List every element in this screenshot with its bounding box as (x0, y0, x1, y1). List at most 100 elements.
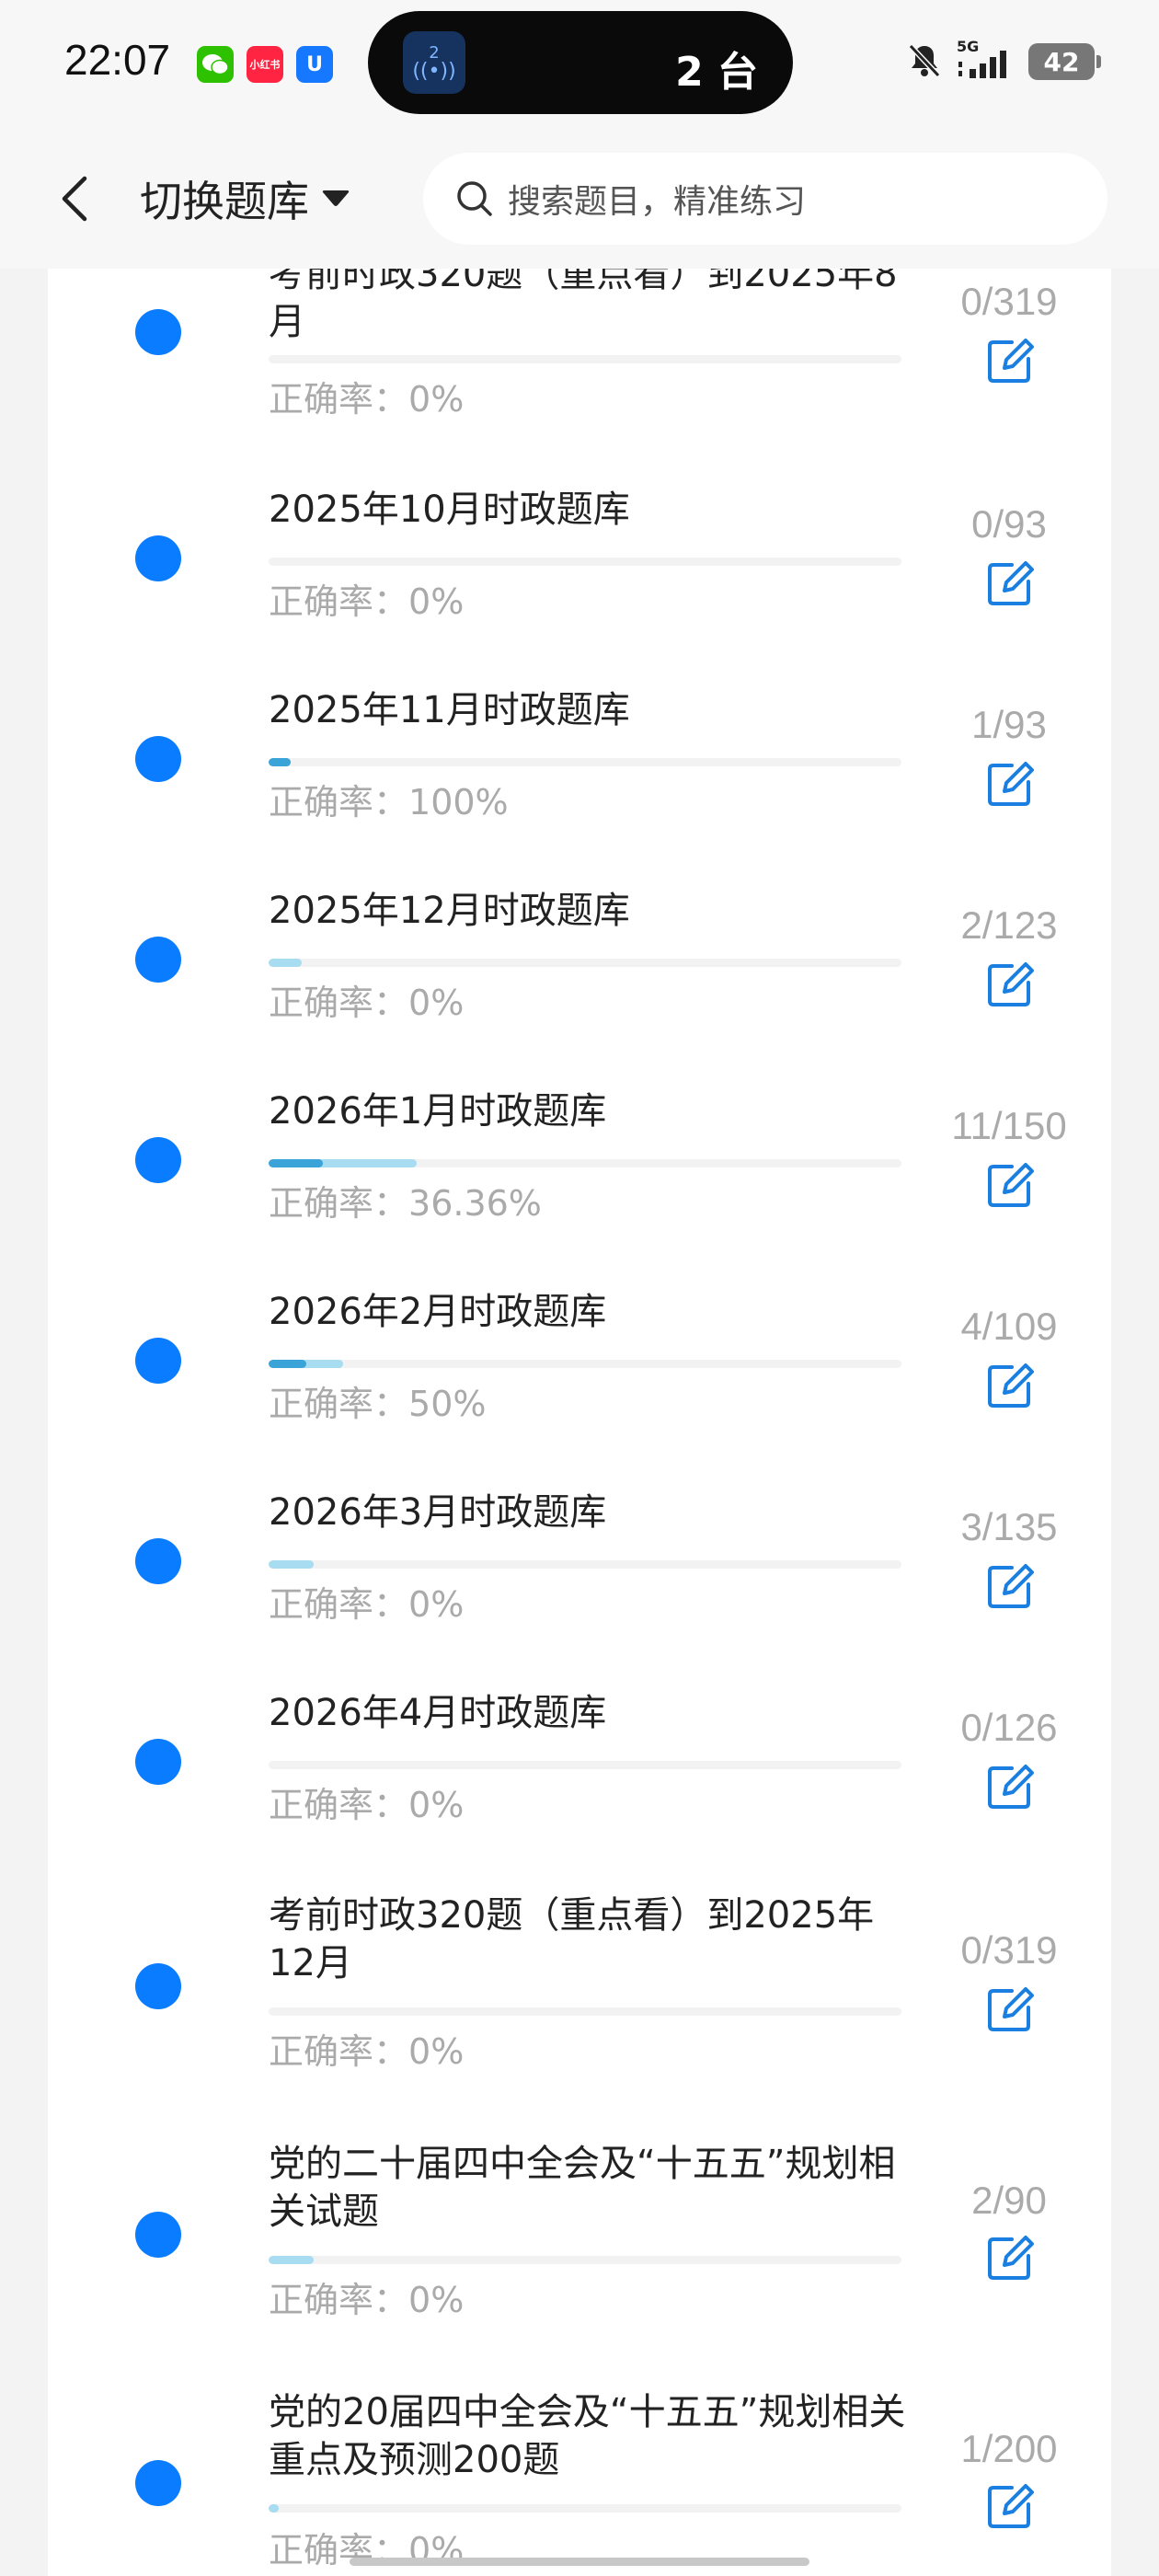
answered-count: 1/93 (971, 703, 1047, 746)
accuracy-label: 正确率： (269, 2031, 409, 2072)
edit-practice-button[interactable] (984, 758, 1036, 810)
system-icons: 5G 42 (905, 38, 1101, 85)
bank-title[interactable]: 2025年10月时政题库 (269, 486, 912, 534)
search-input[interactable]: 搜索题目，精准练习 (423, 153, 1107, 245)
status-dot (135, 535, 181, 581)
accuracy-value: 0% (408, 983, 465, 1023)
switch-bank-dropdown[interactable]: 切换题库 (140, 169, 351, 228)
answered-count: 3/135 (960, 1505, 1058, 1548)
bank-title[interactable]: 2026年4月时政题库 (269, 1689, 912, 1737)
accuracy-value: 100% (408, 782, 509, 822)
home-indicator[interactable] (350, 2558, 809, 2566)
progress-bar (269, 959, 901, 967)
caret-down-icon (322, 190, 350, 206)
edit-icon (988, 1987, 1034, 2031)
bank-title[interactable]: 考前时政320题（重点看）到2025年8月 (269, 269, 912, 346)
bank-title[interactable]: 2025年11月时政题库 (269, 686, 912, 734)
accuracy-value: 0% (408, 2280, 465, 2320)
accuracy-value: 0% (408, 1785, 465, 1825)
edit-icon (988, 1363, 1034, 1408)
edit-practice-button[interactable] (984, 1360, 1036, 1411)
back-button[interactable] (48, 162, 103, 236)
accuracy-label: 正确率： (269, 983, 409, 1023)
switch-bank-label: 切换题库 (140, 177, 309, 226)
accuracy-text: 正确率：36.36% (269, 1181, 542, 1225)
edit-icon (988, 1564, 1034, 1608)
header-bar: 切换题库 搜索题目，精准练习 (0, 129, 1159, 269)
accuracy-text: 正确率：0% (269, 981, 464, 1025)
status-bar: 22:07 小红书 U 2 ((•)) 2 台 5G 42 (0, 0, 1159, 129)
progress-correct (269, 1159, 323, 1167)
edit-practice-button[interactable] (984, 1159, 1036, 1211)
accuracy-value: 0% (408, 581, 465, 622)
bank-title[interactable]: 2026年3月时政题库 (269, 1489, 912, 1536)
bank-title[interactable]: 2026年2月时政题库 (269, 1288, 912, 1336)
edit-icon (988, 2484, 1034, 2528)
accuracy-text: 正确率：100% (269, 780, 509, 824)
accuracy-text: 正确率：0% (269, 2030, 464, 2074)
status-dot (135, 937, 181, 983)
accuracy-text: 正确率：0% (269, 2278, 464, 2322)
wechat-icon (197, 46, 234, 83)
progress-bar (269, 1761, 901, 1769)
edit-practice-button[interactable] (984, 959, 1036, 1010)
progress-bar (269, 1159, 901, 1167)
edit-icon (988, 561, 1034, 605)
accuracy-label: 正确率： (269, 1183, 409, 1224)
accuracy-text: 正确率：0% (269, 1783, 464, 1827)
edit-practice-button[interactable] (984, 1761, 1036, 1812)
accuracy-label: 正确率： (269, 379, 409, 420)
progress-correct (269, 758, 291, 766)
accuracy-label: 正确率： (269, 1584, 409, 1625)
edit-practice-button[interactable] (984, 335, 1036, 386)
accuracy-value: 36.36% (408, 1183, 542, 1224)
edit-practice-button[interactable] (984, 2232, 1036, 2283)
answered-count: 0/93 (971, 502, 1047, 546)
bank-title[interactable]: 2026年1月时政题库 (269, 1087, 912, 1135)
progress-bar (269, 758, 901, 766)
edit-practice-button[interactable] (984, 1560, 1036, 1612)
status-dot (135, 1739, 181, 1785)
bank-title[interactable]: 考前时政320题（重点看）到2025年12月 (269, 1892, 912, 1987)
accuracy-text: 正确率：0% (269, 1582, 464, 1627)
status-dot (135, 736, 181, 782)
accuracy-text: 正确率：50% (269, 1382, 486, 1426)
bank-title[interactable]: 2025年12月时政题库 (269, 887, 912, 935)
edit-practice-button[interactable] (984, 1984, 1036, 2035)
progress-bar (269, 2256, 901, 2264)
search-placeholder: 搜索题目，精准练习 (508, 183, 807, 221)
answered-count: 0/319 (960, 280, 1058, 323)
bank-title[interactable]: 党的20届四中全会及“十五五”规划相关重点及预测200题 (269, 2388, 912, 2484)
progress-done (269, 1560, 314, 1569)
status-dot (135, 2212, 181, 2258)
status-dot (135, 1338, 181, 1384)
edit-practice-button[interactable] (984, 2480, 1036, 2532)
answered-count: 1/200 (960, 2427, 1058, 2470)
answered-count: 0/126 (960, 1706, 1058, 1749)
accuracy-text: 正确率：0% (269, 377, 464, 421)
edit-practice-button[interactable] (984, 558, 1036, 609)
answered-count: 2/90 (971, 2179, 1047, 2222)
status-dot (135, 309, 181, 355)
accuracy-value: 0% (408, 2031, 465, 2072)
status-dot (135, 1137, 181, 1183)
status-dot (135, 2460, 181, 2506)
edit-icon (988, 339, 1034, 383)
bank-title[interactable]: 党的二十届四中全会及“十五五”规划相关试题 (269, 2140, 912, 2236)
accuracy-text: 正确率：0% (269, 580, 464, 624)
island-text: 2 台 (675, 49, 758, 96)
edit-icon (988, 1163, 1034, 1207)
progress-bar (269, 1560, 901, 1569)
status-time: 22:07 (64, 36, 171, 84)
blue-app-icon: U (296, 46, 333, 83)
progress-done (269, 2256, 314, 2264)
dynamic-island[interactable]: 2 ((•)) 2 台 (368, 11, 793, 114)
progress-correct (269, 1360, 306, 1368)
search-icon (457, 181, 492, 216)
progress-bar (269, 2007, 901, 2016)
accuracy-label: 正确率： (269, 1785, 409, 1825)
edit-icon (988, 2236, 1034, 2280)
answered-count: 2/123 (960, 903, 1058, 947)
chevron-left-icon (62, 176, 87, 222)
edit-icon (988, 1765, 1034, 1809)
